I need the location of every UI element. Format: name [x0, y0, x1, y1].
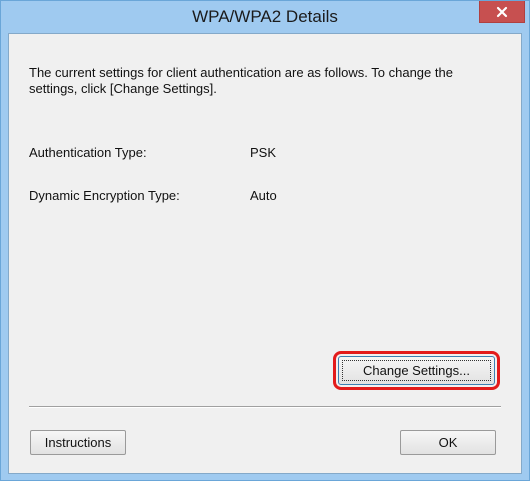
window-title: WPA/WPA2 Details — [192, 7, 338, 26]
ok-button[interactable]: OK — [400, 430, 496, 455]
description-text: The current settings for client authenti… — [29, 65, 453, 96]
title-bar[interactable]: WPA/WPA2 Details — [1, 1, 529, 33]
dynamic-encryption-type-label: Dynamic Encryption Type: — [29, 188, 180, 203]
close-icon — [496, 6, 508, 18]
instructions-button[interactable]: Instructions — [30, 430, 126, 455]
close-button[interactable] — [479, 1, 525, 23]
instructions-label: Instructions — [44, 435, 112, 450]
separator — [29, 406, 501, 408]
authentication-type-label: Authentication Type: — [29, 145, 147, 160]
dialog-window: WPA/WPA2 Details The current settings fo… — [0, 0, 530, 481]
focus-rectangle — [342, 360, 491, 381]
dialog-content: The current settings for client authenti… — [8, 33, 522, 474]
ok-label: OK — [438, 435, 458, 450]
authentication-type-value: PSK — [250, 145, 277, 160]
change-settings-button[interactable]: Change Settings... — [333, 351, 500, 390]
dynamic-encryption-type-value: Auto — [250, 188, 277, 203]
